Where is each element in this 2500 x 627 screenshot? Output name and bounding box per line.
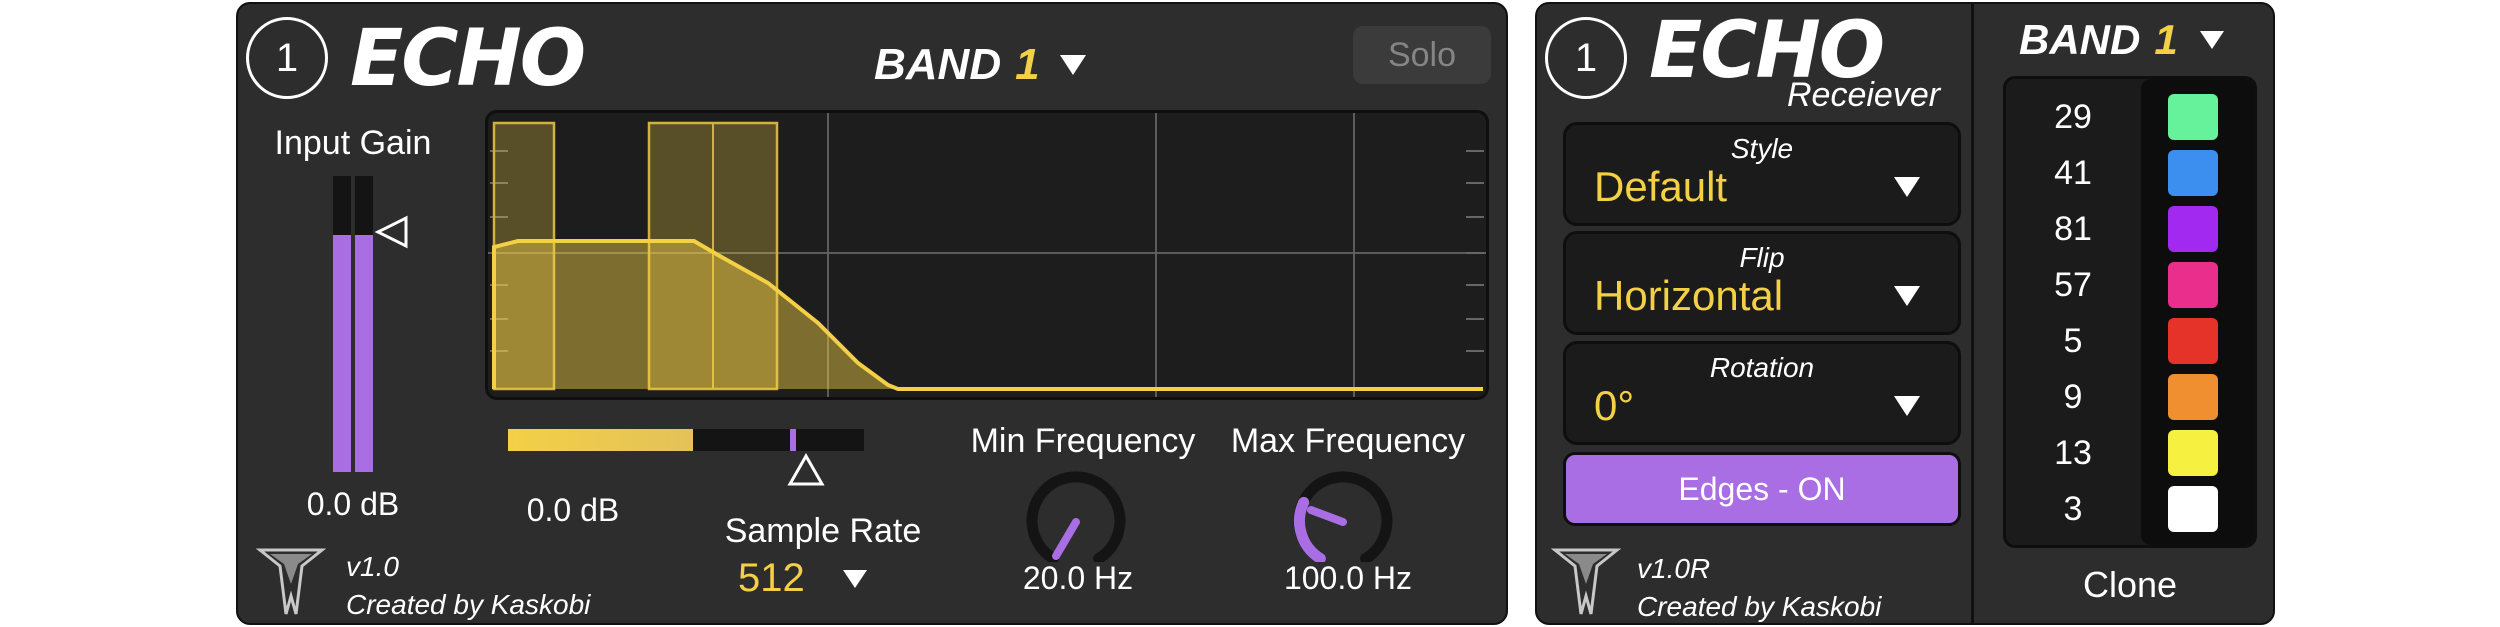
receiver-version-label: v1.0R (1637, 553, 1711, 584)
sample-rate-label: Sample Rate (724, 512, 922, 550)
clone-number: 3 (2063, 489, 2083, 528)
style-caption: Style (1730, 133, 1794, 164)
flip-value: Horizontal (1594, 272, 1784, 319)
rotation-dropdown[interactable]: Rotation 0° (1563, 341, 1961, 445)
section-divider (1971, 4, 1974, 623)
edges-toggle-button[interactable]: Edges - ON (1563, 452, 1961, 526)
clone-color-swatch[interactable] (2168, 318, 2218, 364)
clone-number: 29 (2054, 97, 2092, 136)
threshold-slider-handle[interactable] (786, 452, 826, 488)
threshold-marker (790, 429, 796, 451)
clone-color-swatch[interactable] (2168, 150, 2218, 196)
receiver-channel-number: 1 (1574, 35, 1598, 80)
max-frequency-value: 100.0 Hz (1283, 560, 1413, 596)
chevron-down-icon (1059, 55, 1086, 75)
chevron-down-icon (1894, 286, 1920, 306)
sample-rate-dropdown[interactable]: 512 (738, 556, 867, 601)
meter-right-fill (355, 235, 373, 472)
receiver-kaskobi-logo-icon (1551, 548, 1621, 615)
receiver-band-number: 1 (2154, 16, 2178, 63)
kaskobi-logo-icon (256, 548, 326, 615)
sample-rate-value: 512 (738, 556, 805, 600)
input-gain-value: 0.0 dB (306, 486, 400, 522)
receiver-subtitle: Receiever (1787, 76, 1941, 114)
credit-label: Created by Kaskobi (346, 589, 591, 620)
input-gain-slider-handle[interactable] (374, 214, 410, 250)
receiver-band-label: BAND (2019, 16, 2141, 63)
clone-rows: 29 41 81 57 5 9 13 3 (2006, 89, 2254, 537)
min-frequency-value: 20.0 Hz (1022, 560, 1134, 596)
min-frequency-knob[interactable] (1016, 462, 1136, 562)
clone-row[interactable]: 29 (2006, 89, 2254, 145)
threshold-fill (508, 429, 693, 451)
channel-badge: 1 (246, 17, 328, 99)
clone-row[interactable]: 41 (2006, 145, 2254, 201)
chevron-down-icon (1894, 177, 1920, 197)
receiver-band-selector[interactable]: BAND 1 (2019, 16, 2224, 64)
receiver-footer-text: v1.0R Created by Kaskobi (1637, 550, 1881, 626)
clone-row[interactable]: 57 (2006, 257, 2254, 313)
clone-number: 81 (2054, 209, 2092, 248)
flip-caption: Flip (1739, 242, 1785, 273)
style-value: Default (1594, 163, 1728, 210)
clone-row[interactable]: 81 (2006, 201, 2254, 257)
echo-receiver-panel: 1 ECHO Receiever Style Default Flip Hori… (1535, 2, 2275, 625)
band-selector[interactable]: BAND 1 (874, 40, 1086, 90)
clone-number: 9 (2063, 377, 2083, 416)
chevron-down-icon (1894, 396, 1920, 416)
spectrum-graph (488, 113, 1486, 397)
threshold-value: 0.0 dB (526, 492, 620, 528)
meter-left-fill (333, 235, 351, 472)
min-frequency-label: Min Frequency (970, 422, 1196, 460)
receiver-channel-badge: 1 (1545, 17, 1627, 99)
channel-number: 1 (275, 35, 299, 80)
clone-row[interactable]: 9 (2006, 369, 2254, 425)
max-frequency-label: Max Frequency (1230, 422, 1466, 460)
receiver-credit-label: Created by Kaskobi (1637, 591, 1882, 622)
clone-color-swatch[interactable] (2168, 486, 2218, 532)
clone-color-swatch[interactable] (2168, 94, 2218, 140)
rotation-value: 0° (1594, 382, 1635, 429)
clone-number: 5 (2063, 321, 2083, 360)
band-label: BAND (874, 40, 1002, 89)
echo-footer-text: v1.0 Created by Kaskobi (346, 548, 590, 624)
echo-device-panel: 1 ECHO BAND 1 Solo Input Gain 0.0 dB 0.0… (236, 2, 1508, 625)
solo-button[interactable]: Solo (1353, 26, 1491, 84)
clone-label: Clone (2082, 564, 2178, 605)
clone-list[interactable]: 29 41 81 57 5 9 13 3 (2003, 76, 2257, 548)
clone-row[interactable]: 5 (2006, 313, 2254, 369)
chevron-down-icon (2199, 31, 2224, 49)
spectrum-display[interactable] (485, 110, 1489, 400)
input-gain-label: Input Gain (274, 124, 432, 162)
flip-dropdown[interactable]: Flip Horizontal (1563, 231, 1961, 335)
clone-color-swatch[interactable] (2168, 430, 2218, 476)
clone-row[interactable]: 13 (2006, 425, 2254, 481)
clone-color-swatch[interactable] (2168, 206, 2218, 252)
max-frequency-knob[interactable] (1283, 462, 1403, 562)
style-dropdown[interactable]: Style Default (1563, 122, 1961, 226)
threshold-slider-track[interactable] (508, 429, 864, 451)
clone-number: 41 (2054, 153, 2092, 192)
band-number: 1 (1015, 40, 1040, 89)
echo-logo: ECHO (350, 14, 586, 104)
clone-row[interactable]: 3 (2006, 481, 2254, 537)
clone-color-swatch[interactable] (2168, 374, 2218, 420)
chevron-down-icon (842, 569, 867, 588)
rotation-caption: Rotation (1709, 352, 1815, 383)
version-label: v1.0 (346, 551, 399, 582)
clone-number: 13 (2054, 433, 2092, 472)
clone-color-swatch[interactable] (2168, 262, 2218, 308)
clone-number: 57 (2054, 265, 2092, 304)
